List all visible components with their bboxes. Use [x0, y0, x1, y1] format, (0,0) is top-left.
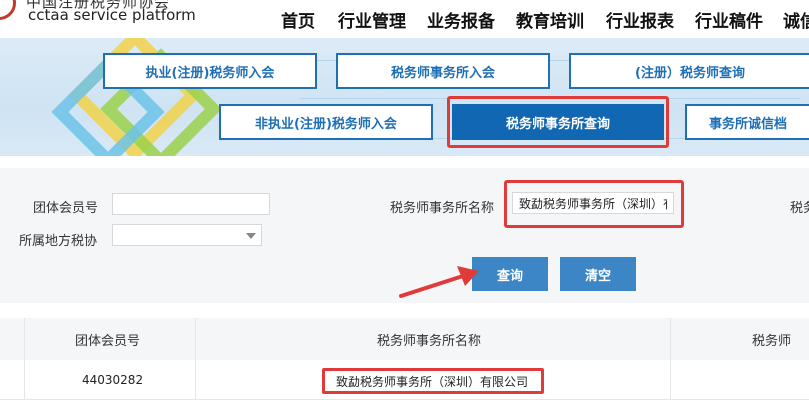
red-arrow-icon — [399, 266, 479, 298]
region-label: 所属地方税协 — [19, 234, 98, 249]
member-no-input[interactable] — [112, 193, 270, 215]
column-divider — [195, 318, 196, 400]
column-divider — [670, 318, 671, 400]
clear-button[interactable]: 清空 — [560, 257, 636, 291]
results-table-header: 团体会员号 税务师事务所名称 税务师 — [0, 318, 809, 360]
nav-item-industry-reports[interactable]: 行业报表 — [606, 7, 674, 32]
logo-seal-icon — [0, 0, 16, 20]
site-header: 中国注册税务师协会 cctaa service platform 首页 行业管理… — [0, 0, 809, 38]
register-tax-firm-button[interactable]: 税务师事务所入会 — [336, 53, 550, 89]
column-header-member-no: 团体会员号 — [75, 334, 141, 349]
highlight-box — [322, 368, 544, 394]
service-banner: 执业(注册)税务师入会 税务师事务所入会 (注册）税务师查询 非执业(注册)税务… — [0, 38, 809, 156]
nav-item-industry-management[interactable]: 行业管理 — [338, 7, 406, 32]
tax-agent-query-button[interactable]: (注册）税务师查询 — [569, 53, 809, 89]
chevron-down-icon — [246, 233, 256, 239]
nav-item-business-filing[interactable]: 业务报备 — [427, 7, 495, 32]
firm-name-label: 税务师事务所名称 — [390, 201, 495, 216]
highlight-box — [504, 180, 684, 228]
nav-item-home[interactable]: 首页 — [281, 7, 315, 32]
column-header-firm-name: 税务师事务所名称 — [377, 334, 482, 349]
firm-integrity-record-button[interactable]: 事务所诚信档 — [685, 104, 809, 140]
cell-member-no: 44030282 — [82, 373, 144, 387]
nav-item-integrity[interactable]: 诚信 — [783, 7, 809, 32]
register-nonpracticing-tax-agent-button[interactable]: 非执业(注册)税务师入会 — [219, 104, 433, 140]
column-header-tax-agent: 税务师 — [752, 334, 792, 349]
nav-item-industry-articles[interactable]: 行业稿件 — [695, 7, 763, 32]
register-practicing-tax-agent-button[interactable]: 执业(注册)税务师入会 — [103, 53, 317, 89]
third-field-label: 税务 — [790, 201, 809, 216]
region-select[interactable] — [112, 224, 262, 246]
column-divider — [24, 318, 25, 400]
member-no-label: 团体会员号 — [33, 201, 99, 216]
logo-english-text: cctaa service platform — [28, 6, 196, 24]
highlight-box — [447, 96, 669, 148]
nav-item-education[interactable]: 教育培训 — [516, 7, 584, 32]
